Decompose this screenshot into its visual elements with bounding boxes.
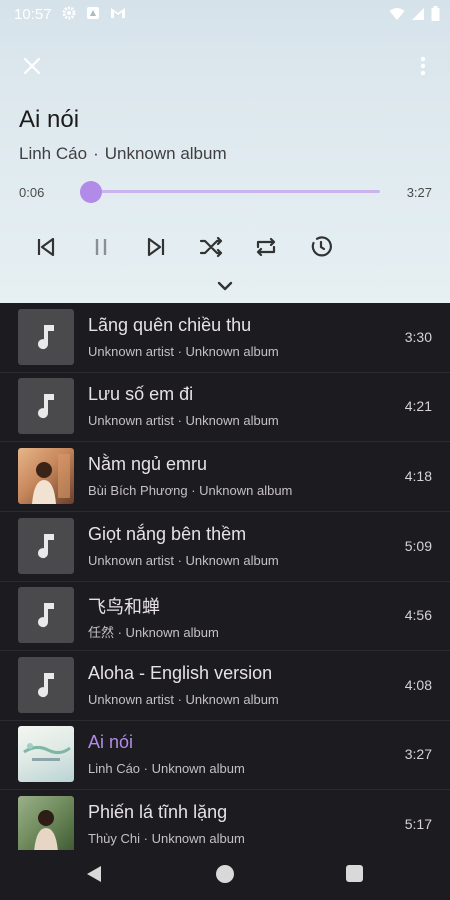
gear-icon	[62, 6, 76, 20]
queue-row[interactable]: Lưu số em đi Unknown artist · Unknown al…	[0, 372, 450, 442]
queue-row[interactable]: Nằm ngủ emru Bùi Bích Phương · Unknown a…	[0, 442, 450, 512]
repeat-icon[interactable]	[252, 233, 280, 261]
track-title: Phiến lá tĩnh lặng	[88, 802, 228, 822]
now-playing-artist: Linh Cáo	[19, 144, 88, 163]
track-title: Lãng quên chiều thu	[88, 315, 252, 335]
track-art	[18, 378, 74, 434]
track-duration: 4:21	[404, 398, 432, 414]
home-icon[interactable]	[216, 865, 234, 883]
total-time: 3:27	[406, 185, 432, 200]
signal-icon	[412, 7, 424, 20]
track-art	[18, 657, 74, 713]
album-art-image	[18, 796, 74, 850]
album-art-image	[18, 448, 74, 504]
queue-list[interactable]: Lãng quên chiều thu Unknown artist · Unk…	[0, 303, 450, 850]
track-art	[18, 309, 74, 365]
track-duration: 5:09	[404, 538, 432, 554]
track-subtitle: Linh Cáo · Unknown album	[88, 761, 245, 776]
music-note-icon	[38, 325, 54, 350]
status-bar: 10:57	[0, 0, 450, 28]
status-notification-icons	[62, 6, 126, 20]
album-art-photo	[32, 454, 70, 504]
track-duration: 3:30	[404, 329, 432, 345]
queue-row[interactable]: Aloha - English version Unknown artist ·…	[0, 651, 450, 721]
track-title: Ai nói	[88, 732, 134, 752]
recent-apps-icon[interactable]	[346, 865, 363, 882]
album-art-image	[18, 726, 74, 782]
pause-icon[interactable]	[87, 233, 115, 261]
track-duration: 4:56	[404, 607, 432, 623]
album-art-photo	[23, 743, 71, 761]
music-note-icon	[38, 534, 54, 559]
track-title: Giọt nắng bên thềm	[88, 524, 247, 544]
music-note-icon	[38, 673, 54, 698]
skip-previous-icon[interactable]	[32, 233, 60, 261]
subtitle-separator: ·	[93, 144, 99, 163]
now-playing-subtitle: Linh Cáo · Unknown album	[19, 144, 227, 164]
track-subtitle: 任然 · Unknown album	[88, 625, 219, 640]
queue-row[interactable]: 飞鸟和蝉 任然 · Unknown album 4:56	[0, 581, 450, 651]
track-duration: 5:17	[404, 816, 432, 832]
track-subtitle: Unknown artist · Unknown album	[88, 553, 279, 568]
queue-row[interactable]: Giọt nắng bên thềm Unknown artist · Unkn…	[0, 512, 450, 582]
track-duration: 4:18	[404, 468, 432, 484]
seek-bar[interactable]	[82, 190, 380, 193]
back-icon[interactable]	[86, 865, 102, 883]
system-nav-bar	[0, 850, 450, 900]
now-playing-panel: 10:57 Ai nói Linh Cáo · Unknown album 0:06…	[0, 0, 450, 303]
track-subtitle: Unknown artist · Unknown album	[88, 344, 279, 359]
playback-controls	[0, 233, 450, 261]
track-duration: 3:27	[404, 746, 432, 762]
music-note-icon	[38, 603, 54, 628]
current-time: 0:06	[19, 185, 45, 200]
now-playing-title: Ai nói	[19, 106, 80, 133]
drive-icon	[87, 7, 99, 19]
sleep-timer-icon[interactable]	[307, 233, 335, 261]
skip-next-icon[interactable]	[142, 233, 170, 261]
track-title: Lưu số em đi	[88, 384, 194, 404]
gmail-icon	[111, 8, 125, 18]
battery-icon	[431, 6, 440, 21]
track-title: Aloha - English version	[88, 663, 273, 683]
track-subtitle: Bùi Bích Phương · Unknown album	[88, 483, 293, 498]
seek-thumb[interactable]	[79, 181, 102, 203]
track-art	[18, 518, 74, 574]
track-subtitle: Unknown artist · Unknown album	[88, 413, 279, 428]
album-art-photo	[34, 810, 58, 850]
track-art	[18, 587, 74, 643]
close-icon[interactable]	[20, 54, 44, 78]
queue-row-now-playing[interactable]: Ai nói Linh Cáo · Unknown album 3:27	[0, 720, 450, 790]
track-duration: 4:08	[404, 677, 432, 693]
track-subtitle: Unknown artist · Unknown album	[88, 692, 279, 707]
track-subtitle: Thùy Chi · Unknown album	[88, 831, 245, 846]
queue-row[interactable]: Phiến lá tĩnh lặng Thùy Chi · Unknown al…	[0, 790, 450, 850]
chevron-down-icon[interactable]	[215, 279, 235, 293]
more-options-icon[interactable]	[418, 54, 428, 78]
wifi-icon	[389, 7, 405, 20]
music-note-icon	[38, 394, 54, 419]
track-title: Nằm ngủ emru	[88, 454, 208, 474]
track-title: 飞鸟和蝉	[88, 597, 160, 617]
status-system-icons	[389, 6, 440, 21]
status-time: 10:57	[14, 6, 52, 23]
shuffle-icon[interactable]	[197, 233, 225, 261]
now-playing-album: Unknown album	[104, 144, 227, 163]
queue-row[interactable]: Lãng quên chiều thu Unknown artist · Unk…	[0, 303, 450, 373]
